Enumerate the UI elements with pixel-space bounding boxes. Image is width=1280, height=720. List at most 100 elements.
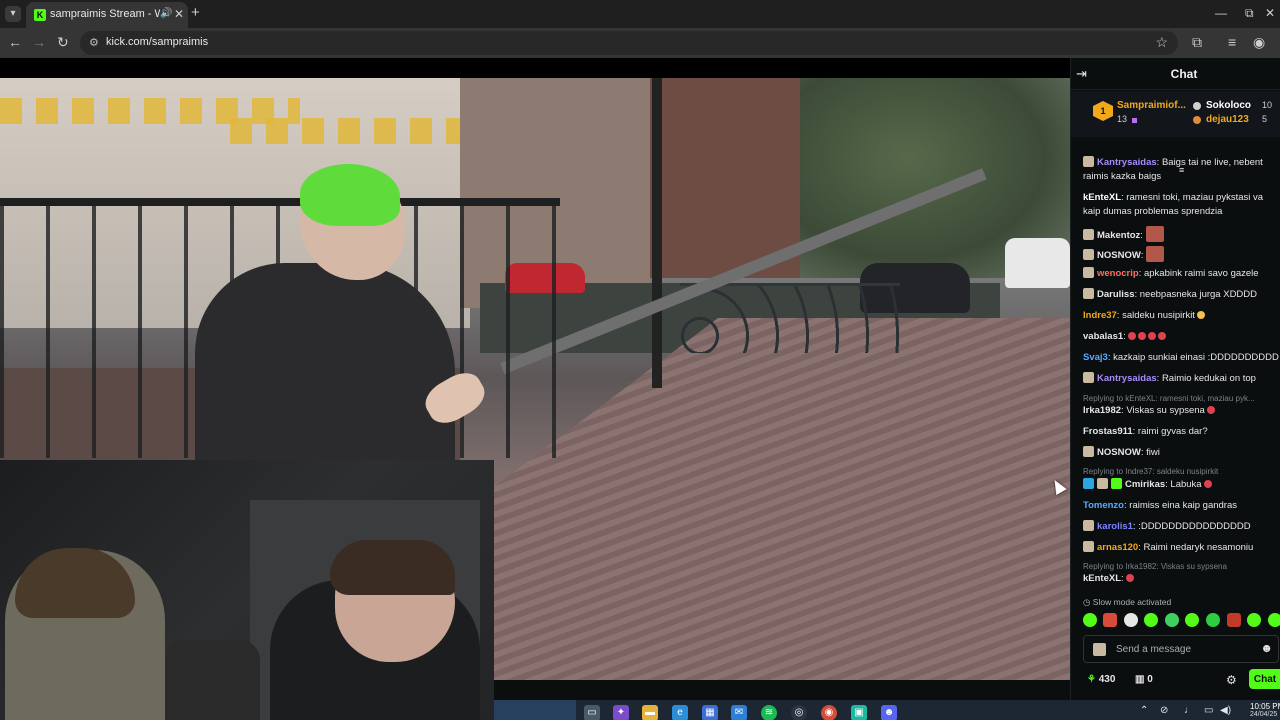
site-info-icon[interactable]: ⚙	[89, 36, 99, 49]
message-username[interactable]: Indre37	[1083, 310, 1117, 321]
emote-button[interactable]	[1165, 613, 1179, 627]
edge-icon[interactable]: e	[672, 705, 688, 720]
subscriber-badge-icon	[1083, 229, 1094, 240]
subscriber-badge-icon	[1083, 541, 1094, 552]
emote-button[interactable]	[1227, 613, 1241, 627]
channel-points[interactable]: ⚘ 430	[1087, 674, 1115, 685]
emote-button[interactable]	[1083, 613, 1097, 627]
store-icon[interactable]: ▦	[702, 705, 718, 720]
message-username[interactable]: Irka1982	[1083, 405, 1121, 416]
chat-message: Indre37: saldeku nusipirkit	[1083, 309, 1279, 323]
url-text[interactable]: kick.com/sampraimis	[106, 36, 208, 48]
message-username[interactable]: NOSNOW	[1097, 447, 1141, 458]
message-username[interactable]: Svaj3	[1083, 352, 1108, 363]
reply-context[interactable]: Replying to Indre37: saldeku nusipirkit	[1083, 467, 1279, 476]
microphone-icon[interactable]: ♩	[1184, 705, 1194, 716]
display-icon[interactable]: ▭	[1204, 705, 1213, 716]
network-off-icon[interactable]: ⊘	[1160, 705, 1168, 716]
volume-icon[interactable]: ◀)	[1220, 705, 1231, 716]
app-icon[interactable]: ◎	[791, 705, 807, 720]
new-tab-button[interactable]: +	[191, 5, 200, 21]
message-username[interactable]: Kantrysaidas	[1097, 157, 1157, 168]
tab-list-button[interactable]: ▾	[5, 6, 21, 22]
message-username[interactable]: Daruliss	[1097, 289, 1135, 300]
minimize-button[interactable]: —	[1215, 6, 1227, 20]
emoji-icon	[1203, 480, 1212, 488]
emote-button[interactable]	[1247, 613, 1261, 627]
emote-button[interactable]	[1268, 613, 1280, 627]
emote-button[interactable]	[1144, 613, 1158, 627]
chat-message: NOSNOW:	[1083, 246, 1279, 263]
address-bar[interactable]: ⚙ kick.com/sampraimis ☆	[80, 31, 1178, 55]
message-username[interactable]: karolis1	[1097, 521, 1133, 532]
reload-button[interactable]: ↻	[57, 34, 69, 50]
tray-chevron-icon[interactable]: ⌃	[1140, 705, 1148, 716]
subscriber-badge-icon	[1083, 520, 1094, 531]
forward-button[interactable]: →	[32, 34, 46, 50]
chat-message: NOSNOW: fiwi	[1083, 446, 1279, 460]
spotify-icon[interactable]: ≋	[761, 705, 777, 720]
subscriber-badge-icon	[1083, 249, 1094, 260]
message-username[interactable]: NOSNOW	[1097, 250, 1141, 261]
app-icon[interactable]: ▣	[851, 705, 867, 720]
taskbar-clock-time[interactable]: 10:05 PM	[1250, 702, 1280, 711]
tab-close-button[interactable]: ✕	[174, 7, 184, 21]
send-chat-button[interactable]: Chat	[1249, 669, 1280, 689]
restore-button[interactable]: ⧉	[1245, 6, 1254, 21]
chat-message-input[interactable]	[1116, 640, 1256, 658]
speaker-icon[interactable]: 🔊	[160, 8, 172, 19]
media-controls-icon[interactable]: ≡	[1228, 34, 1236, 50]
reply-context[interactable]: Replying to kEnteXL: ramesni toki, mazia…	[1083, 394, 1279, 403]
mail-icon[interactable]: ✉	[731, 705, 747, 720]
top-gifter-count: 13	[1117, 114, 1128, 124]
chat-settings-icon[interactable]: ⚙	[1226, 673, 1237, 687]
taskbar-clock-date[interactable]: 24/04/25	[1250, 711, 1277, 718]
folder-icon[interactable]: ▬	[642, 705, 658, 720]
bronze-rank-icon	[1193, 116, 1201, 124]
bookmark-star-icon[interactable]: ☆	[1155, 34, 1168, 51]
message-username[interactable]: arnas120	[1097, 542, 1138, 553]
emote-button[interactable]	[1124, 613, 1138, 627]
close-window-button[interactable]: ✕	[1265, 6, 1275, 20]
silver-rank-icon	[1193, 102, 1201, 110]
message-username[interactable]: wenocrip	[1097, 268, 1139, 279]
store-count-value: 0	[1147, 674, 1153, 685]
reply-context[interactable]: Replying to Irka1982: Viskas su sypsena	[1083, 562, 1279, 571]
chat-composer[interactable]: ☻	[1083, 635, 1279, 663]
subscriber-badge-icon	[1097, 478, 1108, 489]
emoji-icon	[1157, 332, 1166, 340]
emoji-icon	[1137, 332, 1146, 340]
subscriber-badge-icon	[1083, 446, 1094, 457]
emoji-picker-icon[interactable]: ☻	[1260, 641, 1273, 655]
emote-button[interactable]	[1185, 613, 1199, 627]
emote-button[interactable]	[1206, 613, 1220, 627]
message-text: : Labuka	[1165, 479, 1202, 490]
second-gifter-count: 10	[1262, 100, 1273, 110]
moderator-badge-icon	[1083, 478, 1094, 489]
file-explorer-icon[interactable]: ▭	[584, 705, 600, 720]
message-username[interactable]: Frostas911	[1083, 426, 1133, 437]
emote-button[interactable]	[1103, 613, 1117, 627]
discord-icon[interactable]: ☻	[881, 705, 897, 720]
top-gifter-name: Sampraimiof...	[1117, 100, 1186, 111]
profile-icon[interactable]: ◉	[1253, 34, 1265, 50]
message-username[interactable]: Makentoz	[1097, 230, 1140, 241]
chrome-icon[interactable]: ◉	[821, 705, 837, 720]
message-username[interactable]: kEnteXL	[1083, 192, 1121, 203]
message-text: : raimiss eina kaip gandras	[1124, 500, 1237, 511]
message-username[interactable]: vabalas1	[1083, 331, 1123, 342]
message-text: : raimi gyvas dar?	[1132, 426, 1208, 437]
extensions-icon[interactable]: ⧉	[1192, 34, 1202, 50]
message-username[interactable]: Cmirikas	[1125, 479, 1165, 490]
browser-tab-kick[interactable]: K sampraimis Stream - Watch 🔊 ✕	[26, 2, 188, 28]
emoji-icon	[1127, 332, 1136, 340]
top-gifters-banner[interactable]: 1 Sampraimiof... 13 Sokoloco 10 dejau123…	[1071, 91, 1280, 175]
message-username[interactable]: kEnteXL	[1083, 573, 1121, 584]
message-username[interactable]: Kantrysaidas	[1097, 373, 1157, 384]
back-button[interactable]: ←	[8, 34, 22, 50]
store-count[interactable]: ▥ 0	[1135, 674, 1153, 685]
copilot-icon[interactable]: ✦	[613, 705, 629, 720]
kick-favicon-icon: K	[34, 9, 46, 21]
taskbar-active-window[interactable]	[494, 700, 576, 720]
message-username[interactable]: Tomenzo	[1083, 500, 1124, 511]
